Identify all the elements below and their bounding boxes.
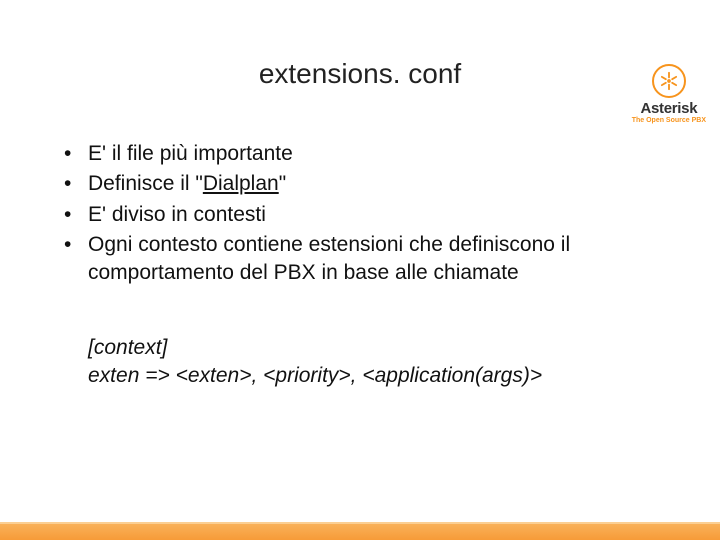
code-line: [context]	[88, 334, 660, 362]
logo-word: Asterisk	[632, 100, 706, 117]
bullet-underline: Dialplan	[203, 172, 279, 195]
bullet-list: E' il file più importante Definisce il "…	[60, 140, 660, 288]
list-item: E' il file più importante	[60, 140, 660, 168]
asterisk-icon	[652, 64, 686, 98]
slide-body: E' il file più importante Definisce il "…	[60, 140, 660, 390]
bullet-text: Ogni contesto contiene estensioni che de…	[88, 233, 570, 284]
slide-title: extensions. conf	[0, 58, 720, 90]
code-example: [context] exten => <exten>, <priority>, …	[88, 334, 660, 391]
list-item: Ogni contesto contiene estensioni che de…	[60, 231, 660, 288]
bullet-text: E' diviso in contesti	[88, 203, 266, 226]
list-item: E' diviso in contesti	[60, 201, 660, 229]
bullet-text: "	[279, 172, 286, 195]
list-item: Definisce il "Dialplan"	[60, 170, 660, 198]
bullet-text: E' il file più importante	[88, 142, 293, 165]
orange-bar	[0, 522, 720, 540]
logo-tagline: The Open Source PBX	[632, 117, 706, 124]
bullet-text: Definisce il "	[88, 172, 203, 195]
slide: Asterisk The Open Source PBX extensions.…	[0, 58, 720, 540]
code-line: exten => <exten>, <priority>, <applicati…	[88, 362, 660, 390]
asterisk-logo: Asterisk The Open Source PBX	[632, 64, 706, 124]
